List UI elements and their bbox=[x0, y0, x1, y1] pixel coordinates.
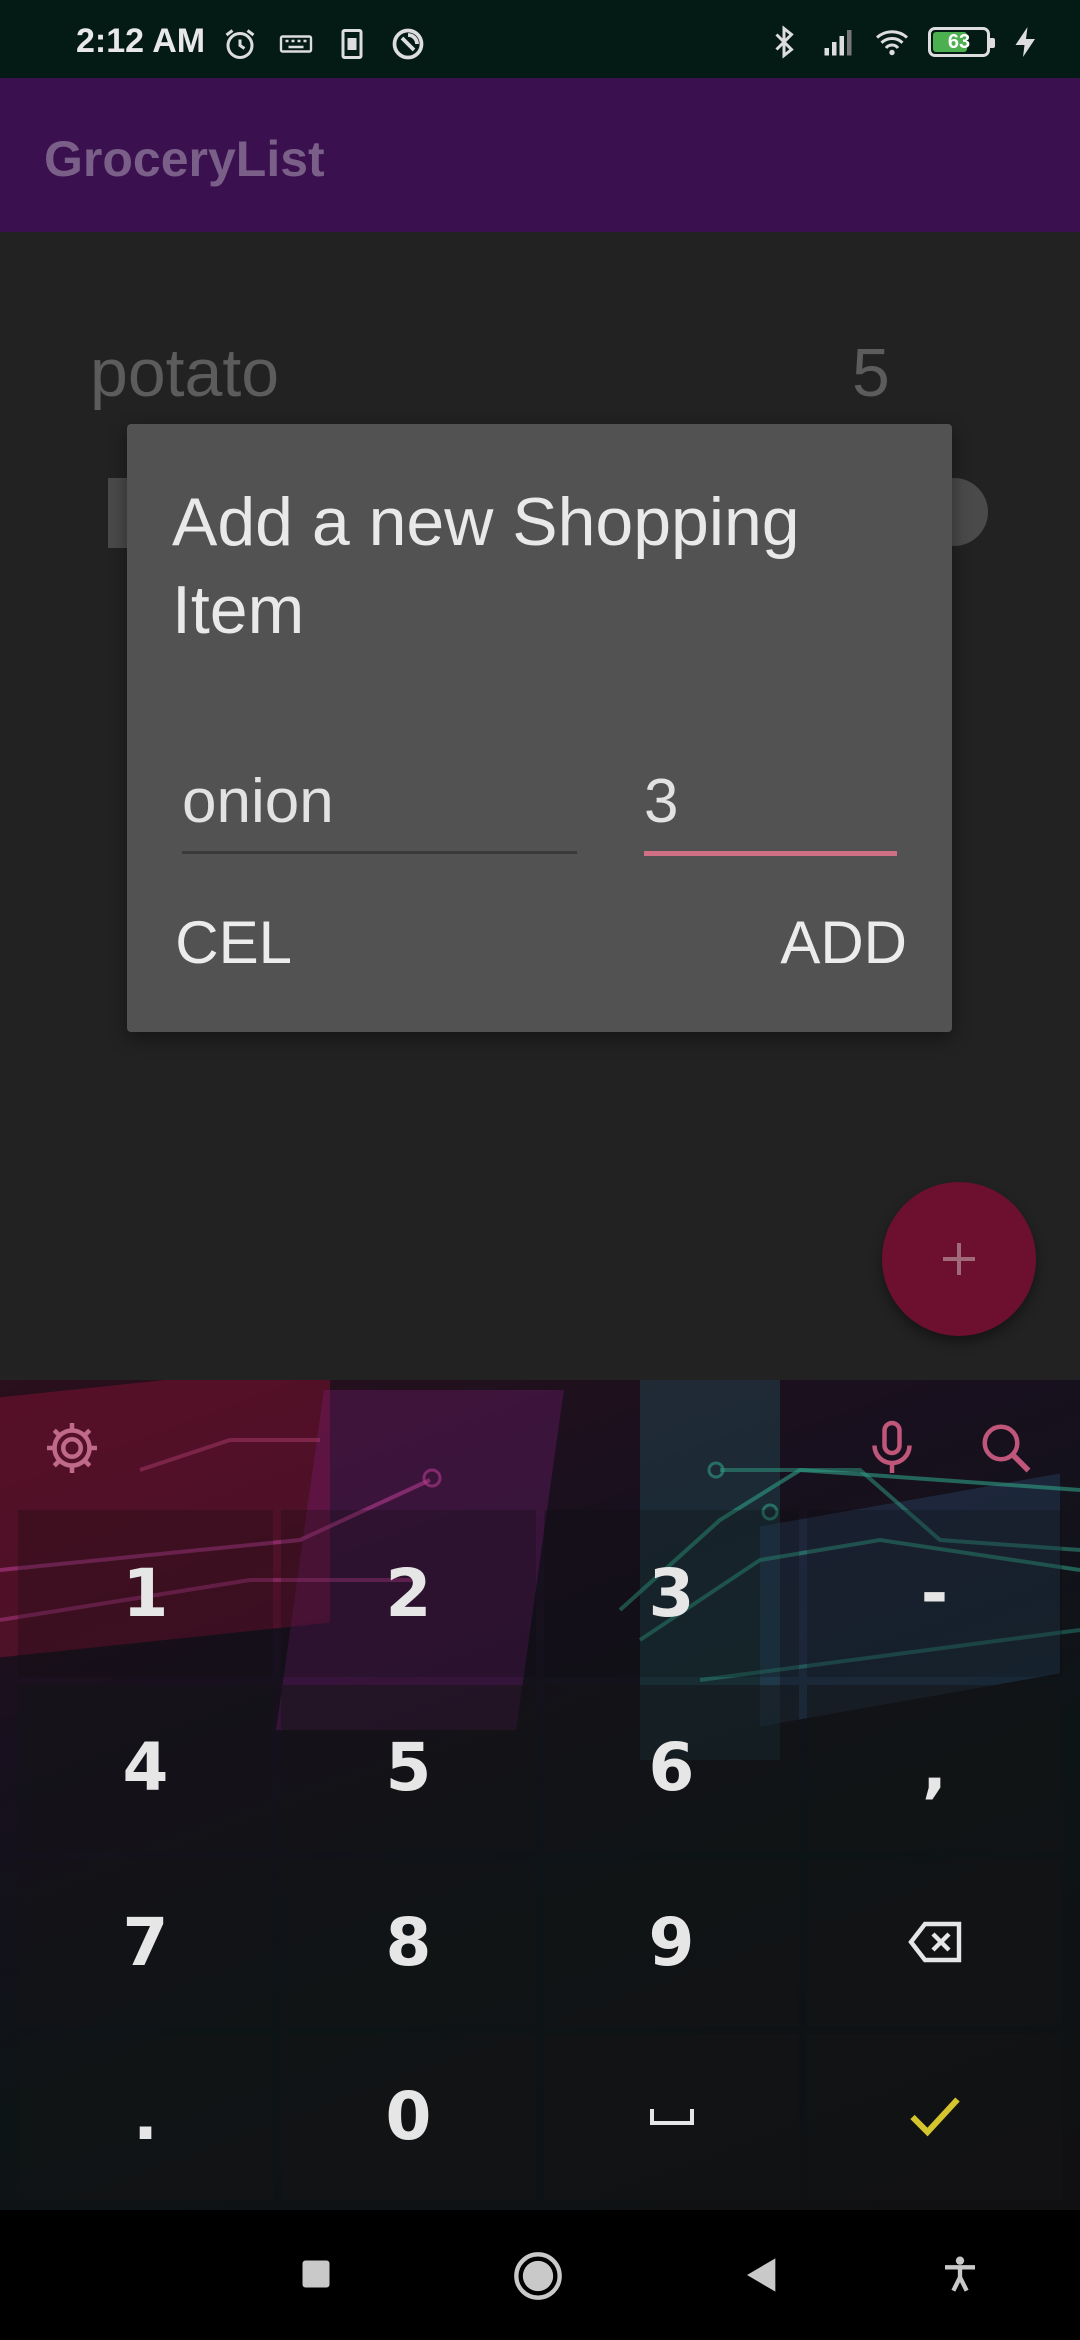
key-5[interactable]: 5 bbox=[281, 1684, 536, 1851]
key-4[interactable]: 4 bbox=[18, 1684, 273, 1851]
accessibility-button[interactable] bbox=[940, 2252, 980, 2296]
search-icon[interactable] bbox=[976, 1418, 1036, 1478]
add-item-dialog: Add a new Shopping Item onion 3 NCEL ADD bbox=[127, 424, 952, 1032]
recents-button[interactable] bbox=[298, 2256, 334, 2292]
bluetooth-icon bbox=[775, 25, 794, 59]
enter-key[interactable] bbox=[807, 2033, 1062, 2200]
key-period[interactable]: . bbox=[18, 2033, 273, 2200]
item-quantity-value: 3 bbox=[644, 767, 679, 836]
item-quantity-input[interactable]: 3 bbox=[644, 744, 897, 856]
keyboard-icon bbox=[279, 35, 313, 53]
alarm-icon bbox=[225, 29, 255, 59]
back-button[interactable] bbox=[742, 2254, 782, 2296]
microphone-icon[interactable] bbox=[862, 1418, 922, 1478]
key-2[interactable]: 2 bbox=[281, 1510, 536, 1677]
add-button[interactable]: ADD bbox=[780, 908, 907, 977]
app-title: GroceryList bbox=[44, 131, 325, 187]
key-0[interactable]: 0 bbox=[281, 2033, 536, 2200]
key-1[interactable]: 1 bbox=[18, 1510, 273, 1677]
numeric-keyboard: 1 2 3 - 4 5 6 , 7 8 9 . 0 bbox=[0, 1380, 1080, 2210]
navigation-bar bbox=[0, 2210, 1080, 2340]
add-item-fab[interactable] bbox=[882, 1182, 1036, 1336]
space-key[interactable] bbox=[544, 2033, 799, 2200]
key-6[interactable]: 6 bbox=[544, 1684, 799, 1851]
key-9[interactable]: 9 bbox=[544, 1859, 799, 2026]
charging-icon bbox=[1015, 27, 1035, 57]
list-item-quantity: 5 bbox=[852, 335, 890, 411]
plus-icon bbox=[943, 1243, 975, 1275]
key-8[interactable]: 8 bbox=[281, 1859, 536, 2026]
list-item-name[interactable]: potato bbox=[90, 334, 279, 412]
space-icon bbox=[649, 2108, 694, 2125]
key-comma[interactable]: , bbox=[807, 1684, 1062, 1851]
check-icon bbox=[909, 2097, 960, 2137]
app-bar: GroceryList bbox=[0, 78, 1080, 232]
home-button[interactable] bbox=[512, 2250, 564, 2302]
key-minus[interactable]: - bbox=[807, 1510, 1062, 1677]
item-name-input[interactable]: onion bbox=[182, 744, 577, 854]
settings-icon[interactable] bbox=[42, 1418, 102, 1478]
backspace-icon bbox=[907, 1922, 961, 1963]
cancel-button[interactable]: NCEL bbox=[172, 908, 292, 977]
item-name-value: onion bbox=[182, 767, 334, 836]
dialog-title: Add a new Shopping Item bbox=[172, 484, 800, 648]
keyboard-keys: 1 2 3 - 4 5 6 , 7 8 9 . 0 bbox=[18, 1510, 1062, 2200]
backspace-key[interactable] bbox=[807, 1859, 1062, 2026]
status-bar: 2:12 AM 63 bbox=[0, 0, 1080, 78]
battery-level: 63 bbox=[947, 30, 971, 53]
key-7[interactable]: 7 bbox=[18, 1859, 273, 2026]
sim-icon bbox=[341, 29, 363, 59]
sync-icon bbox=[392, 28, 424, 60]
wifi-icon bbox=[876, 30, 908, 56]
status-time: 2:12 AM bbox=[76, 22, 206, 60]
signal-icon bbox=[824, 30, 852, 56]
battery-icon: 63 bbox=[928, 27, 995, 57]
key-3[interactable]: 3 bbox=[544, 1510, 799, 1677]
